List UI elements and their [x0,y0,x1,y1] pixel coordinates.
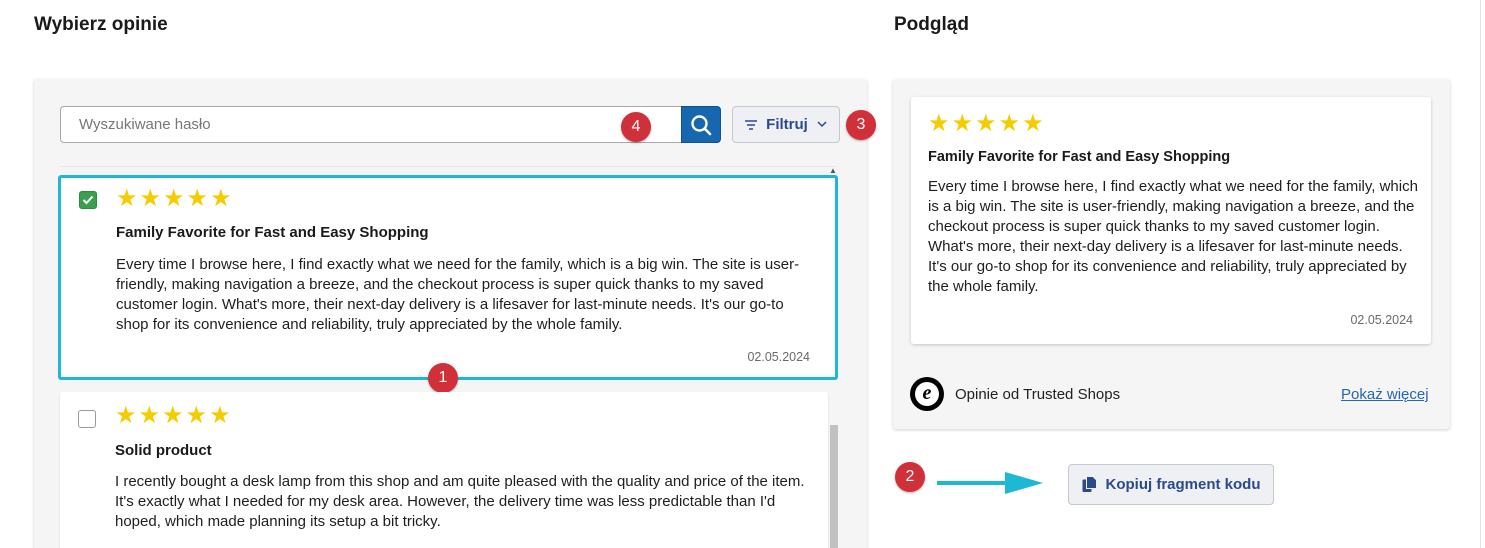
preview-review-title: Family Favorite for Fast and Easy Shoppi… [928,149,1231,165]
star-rating: ★★★★★ [115,402,233,429]
preview-heading: Podgląd [894,14,969,35]
filter-button[interactable]: Filtruj [732,106,840,143]
check-icon [82,195,94,205]
step-badge-4: 4 [621,112,651,142]
review-body: Every time I browse here, I find exactly… [116,256,800,333]
review-card-selected[interactable]: ★★★★★ Family Favorite for Fast and Easy … [58,175,838,380]
copy-icon [1082,476,1097,492]
list-top-divider [60,166,836,167]
copy-code-label: Kopiuj fragment kodu [1105,476,1261,493]
search-input[interactable] [60,106,682,143]
review-card[interactable]: ★★★★★ Solid product I recently bought a … [60,392,828,548]
step-badge-3: 3 [846,110,876,140]
star-rating: ★★★★★ [928,110,1046,137]
select-reviews-heading: Wybierz opinie [34,14,168,35]
filter-label: Filtruj [766,116,808,133]
scroll-up-icon[interactable]: ▲ [829,166,837,175]
preview-review-body: Every time I browse here, I find exactly… [928,178,1418,295]
review-body: I recently bought a desk lamp from this … [115,473,805,530]
star-rating: ★★★★★ [116,185,234,212]
review-title: Solid product [115,442,212,459]
review-title: Family Favorite for Fast and Easy Shoppi… [116,224,429,241]
arrow-right-icon [937,472,1043,494]
search-button[interactable] [681,106,721,143]
page-divider [1480,0,1481,548]
show-more-link[interactable]: Pokaż więcej [1341,386,1429,403]
trusted-shops-logo-letter: e [915,382,939,406]
preview-review-date: 02.05.2024 [1350,313,1413,327]
scrollbar-thumb[interactable] [830,425,838,548]
copy-code-button[interactable]: Kopiuj fragment kodu [1068,464,1274,505]
trusted-shops-logo: e [910,377,944,411]
preview-review-card: ★★★★★ Family Favorite for Fast and Easy … [911,97,1431,344]
step-badge-1: 1 [428,363,458,393]
filter-icon [745,119,758,130]
review-checkbox[interactable] [78,410,96,428]
trusted-shops-label: Opinie od Trusted Shops [955,386,1121,403]
review-checkbox-checked[interactable] [79,191,97,209]
review-date: 02.05.2024 [747,350,810,364]
search-icon [691,114,712,135]
step-badge-2: 2 [895,462,925,492]
chevron-down-icon [817,121,827,128]
